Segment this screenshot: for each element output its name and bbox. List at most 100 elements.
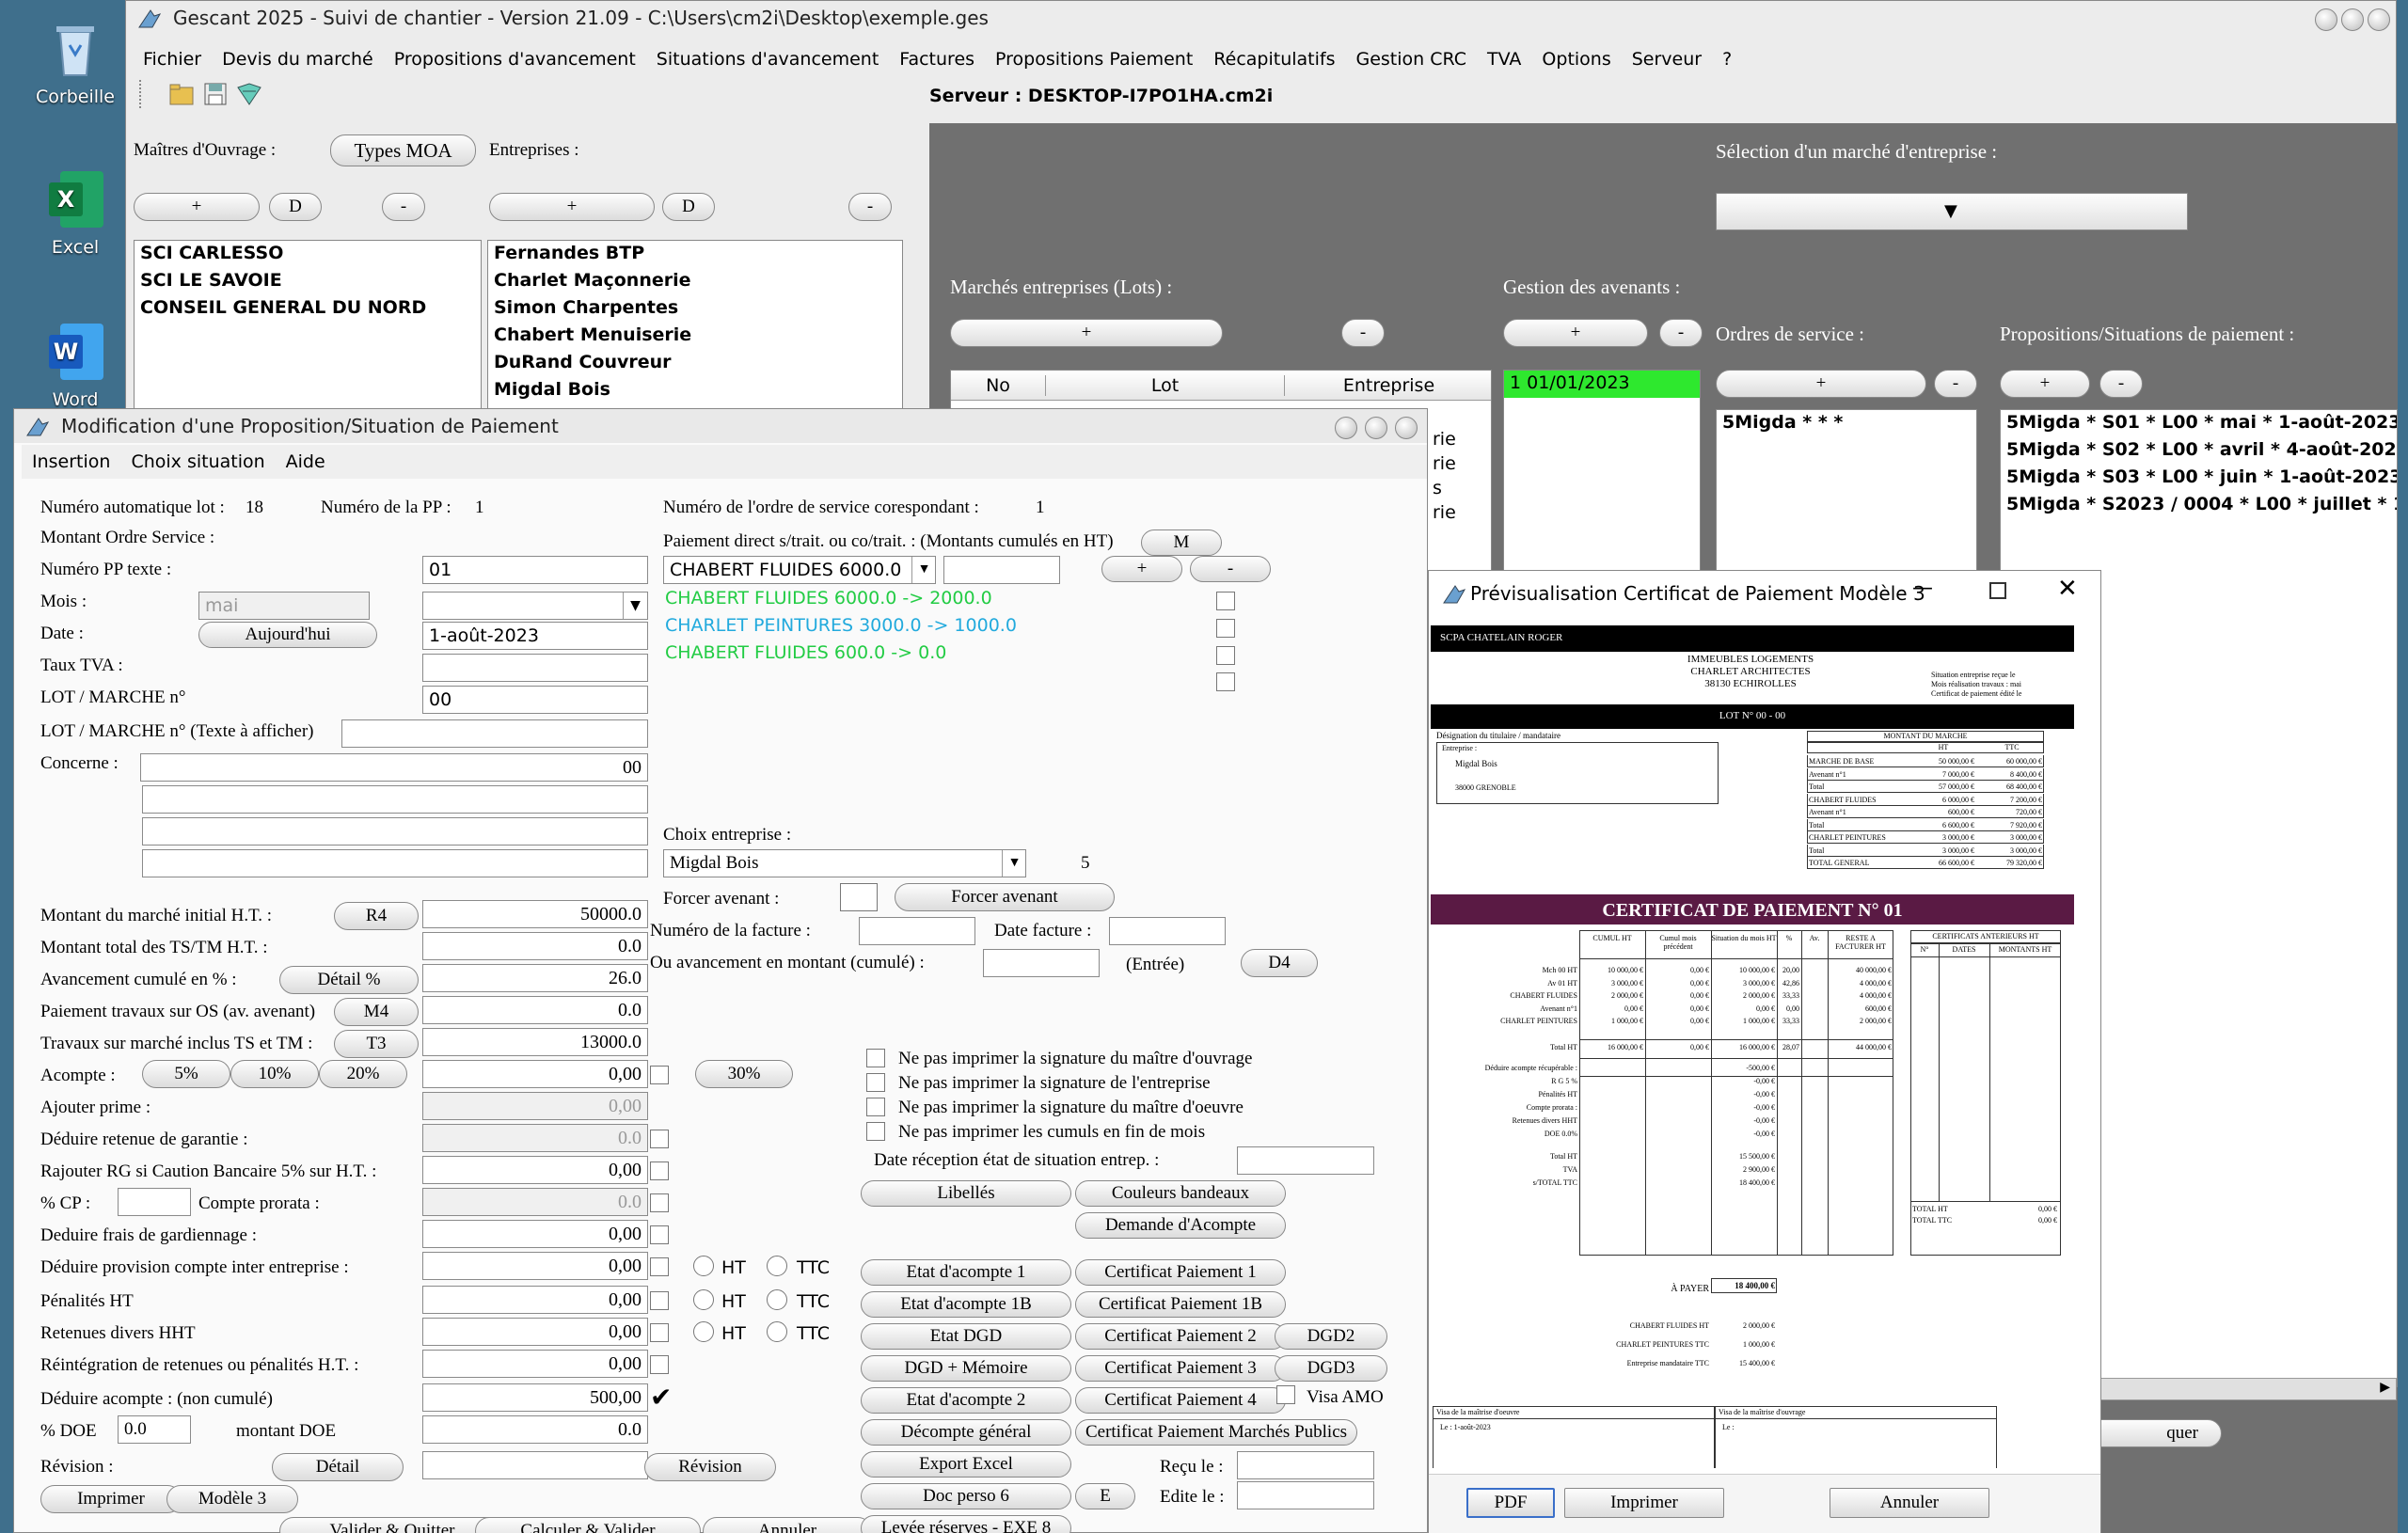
minimize-icon[interactable]: — [1912,577,1933,600]
menu-item[interactable]: Gestion CRC [1345,49,1477,70]
paiement-line-checkbox[interactable] [1216,619,1235,638]
list-item[interactable]: DuRand Couvreur [488,350,902,377]
row-value[interactable]: 0.0 [422,996,648,1024]
table-row[interactable]: s [1433,478,1442,498]
row-value[interactable]: 0.0 [422,932,648,960]
maximize-icon[interactable] [1989,582,2006,599]
date-reception-input[interactable] [1237,1146,1374,1175]
remove-marche-button[interactable]: - [1341,319,1385,347]
paiement-line-checkbox[interactable] [1216,646,1235,665]
paiement-line[interactable]: CHARLET PEINTURES 3000.0 -> 1000.0 [665,615,1017,636]
add-avenant-button[interactable]: + [1503,319,1648,347]
detail-entreprise-button[interactable]: D [662,193,715,221]
open-folder-icon[interactable] [167,80,196,108]
ht-radio[interactable] [693,1321,714,1342]
menu-item[interactable]: Propositions d'avancement [384,49,646,70]
ttc-radio[interactable] [767,1289,787,1310]
menu-item[interactable]: Devis du marché [212,49,384,70]
paiement-line[interactable]: CHABERT FLUIDES 600.0 -> 0.0 [665,642,946,663]
row-value[interactable]: 0,00 [422,1220,648,1248]
add-proposition-button[interactable]: + [2000,370,2090,398]
remove-entreprise-button[interactable]: - [848,193,892,221]
close-button[interactable] [2368,8,2390,31]
add-paiement-button[interactable]: + [1101,556,1182,582]
menu-item[interactable]: Factures [889,49,985,70]
row-value[interactable]: 26.0 [422,964,648,992]
table-row[interactable]: rie [1433,502,1456,523]
montant-doe-value[interactable]: 0.0 [422,1415,648,1444]
ht-radio[interactable] [693,1289,714,1310]
paiement-amount-input[interactable] [943,556,1060,584]
row-checkbox[interactable] [650,1162,669,1180]
certificate-button[interactable]: Certificat Paiement Marchés Publics [1075,1419,1357,1446]
pdf-button[interactable]: PDF [1466,1488,1555,1518]
today-button[interactable]: Aujourd'hui [198,622,377,648]
e-button[interactable]: E [1075,1483,1135,1509]
moa-list[interactable]: SCI CARLESSO SCI LE SAVOIE CONSEIL GENERAL… [134,240,482,409]
certificate-button[interactable]: Certificat Paiement 1 [1075,1259,1286,1286]
detail-button[interactable]: Détail [272,1453,404,1481]
certificate-button[interactable]: Certificat Paiement 1B [1075,1291,1286,1318]
list-item[interactable]: 5Migda * S2023 / 0004 * L00 * juillet * … [2001,492,2397,519]
list-item[interactable]: Chabert Menuiserie [488,323,902,350]
print-option-checkbox[interactable] [866,1073,885,1092]
concerne-input[interactable]: 00 [140,753,648,782]
remove-paiement-button[interactable]: - [1190,556,1271,582]
lot-input[interactable]: 00 [422,686,648,714]
print-option-checkbox[interactable] [866,1122,885,1141]
recu-input[interactable] [1237,1451,1374,1479]
concerne-line-2[interactable] [142,785,648,814]
print-option-checkbox[interactable] [866,1049,885,1067]
date-facture-input[interactable] [1109,917,1226,945]
acompte-0-button[interactable]: 5% [142,1060,230,1088]
list-item[interactable]: 5Migda * S02 * L00 * avril * 4-août-2023 [2001,437,2397,465]
row-button[interactable]: M4 [334,998,419,1026]
book-icon[interactable] [235,80,263,108]
list-item[interactable]: 5Migda * * * [1717,410,1976,437]
ttc-radio[interactable] [767,1256,787,1276]
mois-select[interactable]: ▼ [422,592,648,620]
acompte-1-button[interactable]: 10% [230,1060,319,1088]
row-value[interactable]: 0,00 [422,1350,648,1378]
edite-input[interactable] [1237,1481,1374,1509]
col-header-lot[interactable]: Lot [1045,375,1284,396]
quitter-button[interactable]: quer [2081,1419,2222,1447]
doc-button[interactable]: Etat d'acompte 2 [861,1387,1071,1414]
row-checkbox[interactable] [650,1291,669,1310]
list-item[interactable]: SCI CARLESSO [135,241,481,268]
menu-item[interactable]: Situations d'avancement [646,49,890,70]
add-moa-button[interactable]: + [134,193,260,221]
row-checkbox[interactable] [650,1355,669,1374]
certificate-button[interactable]: Couleurs bandeaux [1075,1180,1286,1207]
row-checkbox[interactable] [650,1323,669,1342]
row-checkbox[interactable] [650,1257,669,1276]
menu-item[interactable]: Serveur [1622,49,1712,70]
acompte-checkbox[interactable] [650,1066,669,1084]
row-value[interactable]: 50000.0 [422,900,648,928]
paiement-line-checkbox[interactable] [1216,592,1235,610]
table-row[interactable]: rie [1433,429,1456,450]
menu-item[interactable]: Fichier [133,49,212,70]
row-button[interactable]: Détail % [279,966,419,994]
col-header-no[interactable]: No [951,375,1045,396]
cancel-button[interactable]: Annuler [1830,1488,1989,1518]
certificate-button[interactable]: Certificat Paiement 4 [1075,1387,1286,1414]
maximize-button[interactable] [2341,8,2364,31]
revision-button[interactable]: Révision [644,1453,776,1481]
calculer-valider-button[interactable]: Calculer & Valider [475,1517,701,1533]
doc-button[interactable]: Export Excel [861,1451,1071,1478]
dgd2-button[interactable]: DGD2 [1275,1323,1387,1350]
list-item[interactable]: 5Migda * S03 * L00 * juin * 1-août-2023 [2001,465,2397,492]
remove-ordre-button[interactable]: - [1934,370,1977,398]
acompte-30-button[interactable]: 30% [695,1060,793,1088]
menu-item[interactable]: Options [1531,49,1621,70]
chevron-down-icon[interactable]: ▼ [1002,850,1026,877]
row-value[interactable]: 500,00 [422,1383,648,1412]
doc-button[interactable]: Etat d'acompte 1B [861,1291,1071,1318]
row-value[interactable]: 0,00 [422,1156,648,1184]
menu-item[interactable]: Récapitulatifs [1203,49,1345,70]
row-checkbox[interactable] [650,1130,669,1148]
scroll-right-icon[interactable]: ▶ [2380,1380,2390,1396]
remove-proposition-button[interactable]: - [2099,370,2143,398]
forcer-checkbox[interactable] [840,883,878,911]
